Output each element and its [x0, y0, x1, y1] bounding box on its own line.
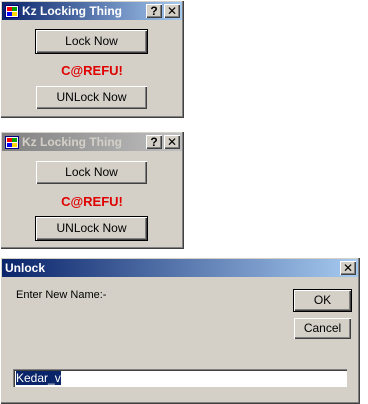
- unlock-now-label: UNLock Now: [56, 90, 127, 104]
- lock-now-label: Lock Now: [65, 34, 118, 48]
- lock-now-button[interactable]: Lock Now: [36, 161, 147, 184]
- ok-button[interactable]: OK: [293, 289, 352, 312]
- new-name-input[interactable]: Kedar_v: [13, 369, 347, 387]
- titlebar[interactable]: Kz Locking Thing ? ✕: [2, 133, 182, 151]
- app-icon: [5, 4, 19, 18]
- cancel-label: Cancel: [303, 321, 342, 335]
- close-button[interactable]: ✕: [164, 4, 180, 18]
- unlock-now-label: UNLock Now: [56, 221, 127, 235]
- app-icon: [5, 135, 19, 149]
- help-button[interactable]: ?: [146, 135, 162, 149]
- dialog-title: Unlock: [5, 261, 46, 275]
- unlock-now-button[interactable]: UNLock Now: [36, 86, 147, 109]
- help-button[interactable]: ?: [146, 4, 162, 18]
- kz-locking-window-inactive: Kz Locking Thing ? ✕ Lock Now C@REFU! UN…: [0, 131, 184, 249]
- titlebar[interactable]: Unlock ✕: [2, 259, 358, 277]
- warning-text: C@REFU!: [61, 194, 123, 209]
- window-title: Kz Locking Thing: [22, 4, 122, 18]
- close-button[interactable]: ✕: [340, 261, 356, 275]
- cancel-button[interactable]: Cancel: [294, 318, 351, 339]
- window-title: Kz Locking Thing: [22, 135, 122, 149]
- kz-locking-window-active: Kz Locking Thing ? ✕ Lock Now C@REFU! UN…: [0, 0, 184, 118]
- warning-text: C@REFU!: [61, 63, 123, 78]
- unlock-now-button[interactable]: UNLock Now: [35, 216, 148, 241]
- titlebar[interactable]: Kz Locking Thing ? ✕: [2, 2, 182, 20]
- close-button[interactable]: ✕: [164, 135, 180, 149]
- lock-now-label: Lock Now: [65, 165, 118, 179]
- new-name-value: Kedar_v: [16, 371, 61, 385]
- lock-now-button[interactable]: Lock Now: [35, 29, 148, 54]
- ok-label: OK: [313, 293, 332, 307]
- prompt-label: Enter New Name:-: [16, 289, 107, 301]
